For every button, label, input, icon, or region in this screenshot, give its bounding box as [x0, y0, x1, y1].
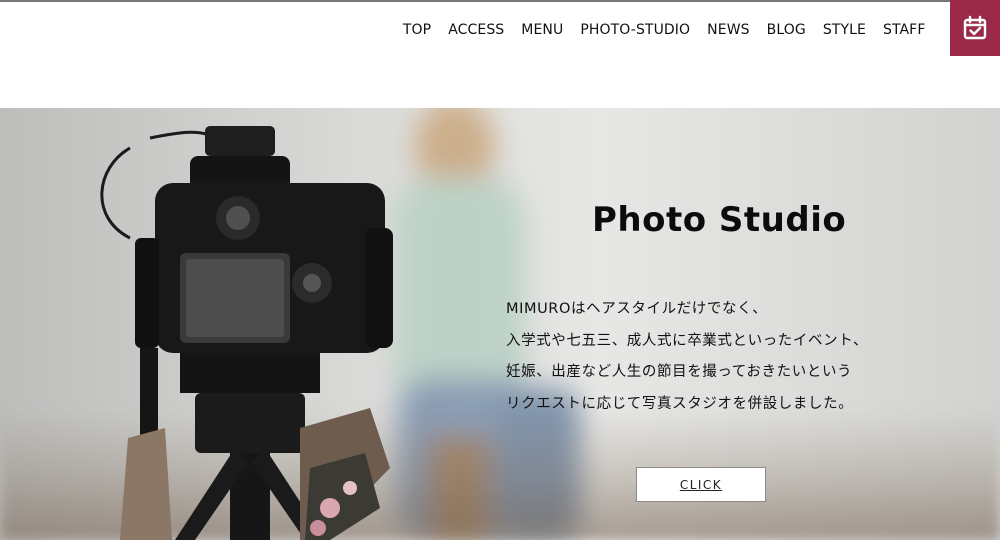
hero-title: Photo Studio	[592, 200, 847, 240]
site-header: TOP ACCESS MENU PHOTO-STUDIO NEWS BLOG S…	[0, 2, 1000, 108]
nav-item-top[interactable]: TOP	[394, 20, 439, 40]
click-button[interactable]: CLICK	[636, 467, 766, 502]
description-line-3: 妊娠、出産など人生の節目を撮っておきたいという	[506, 364, 853, 380]
description-line-2: 入学式や七五三、成人式に卒業式といったイベント、	[506, 332, 869, 349]
nav-item-style[interactable]: STYLE	[814, 20, 874, 40]
description-line-4: リクエストに応じて写真スタジオを併設しました。	[506, 395, 854, 412]
nav-item-menu[interactable]: MENU	[513, 20, 572, 40]
nav-item-access[interactable]: ACCESS	[440, 20, 513, 40]
nav-item-blog[interactable]: BLOG	[758, 20, 814, 40]
nav-item-news[interactable]: NEWS	[699, 20, 758, 40]
photo-studio-hero: Photo Studio MIMUROはヘアスタイルだけでなく、 入学式や七五三…	[0, 108, 1000, 540]
main-nav: TOP ACCESS MENU PHOTO-STUDIO NEWS BLOG S…	[394, 20, 934, 40]
description-line-1: MIMUROはヘアスタイルだけでなく、	[506, 301, 768, 317]
calendar-check-icon	[963, 15, 987, 40]
nav-item-staff[interactable]: STAFF	[874, 20, 934, 40]
reservation-button[interactable]	[950, 0, 1000, 56]
hero-description: MIMUROはヘアスタイルだけでなく、 入学式や七五三、成人式に卒業式といったイ…	[506, 294, 936, 420]
nav-item-photo-studio[interactable]: PHOTO-STUDIO	[572, 20, 699, 40]
